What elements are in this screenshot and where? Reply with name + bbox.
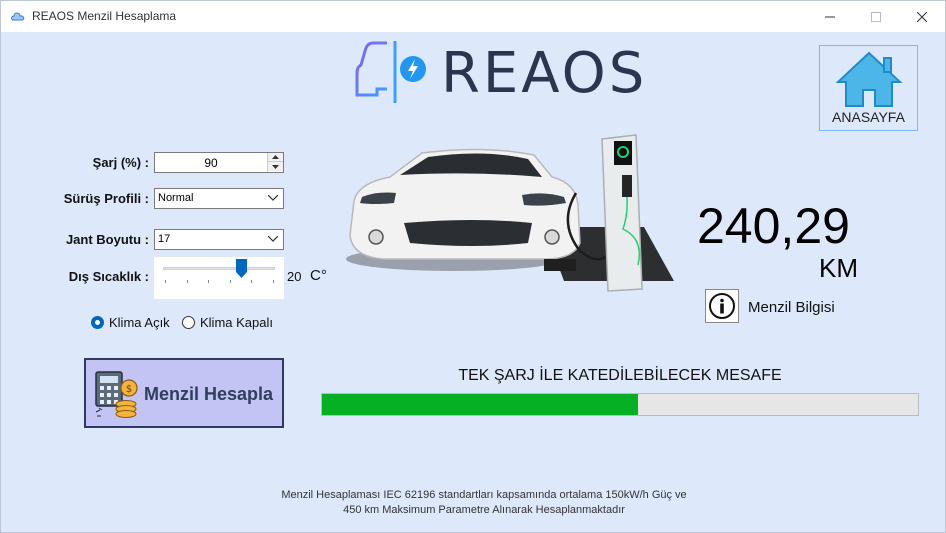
charge-value[interactable]: 90 xyxy=(155,156,267,170)
driving-profile-select[interactable]: Normal xyxy=(154,188,284,209)
stepper-down-button[interactable] xyxy=(268,162,283,171)
window-title: REAOS Menzil Hesaplama xyxy=(32,9,177,23)
range-info-label: Menzil Bilgisi xyxy=(748,299,835,316)
home-button[interactable]: ANASAYFA xyxy=(819,45,918,131)
charge-label: Şarj (%) : xyxy=(92,155,149,170)
slider-tick xyxy=(273,280,274,283)
slider-tick xyxy=(165,280,166,283)
home-label: ANASAYFA xyxy=(832,109,905,125)
climate-on-label: Klima Açık xyxy=(109,315,170,330)
calculate-range-button[interactable]: $ Menzil Hesapla xyxy=(84,358,284,428)
temperature-unit: C° xyxy=(310,267,327,284)
temperature-label: Dış Sıcaklık : xyxy=(68,269,149,284)
profile-label: Sürüş Profili : xyxy=(63,191,149,206)
chevron-down-icon xyxy=(272,164,279,169)
info-icon xyxy=(709,293,735,319)
minimize-button[interactable] xyxy=(807,1,853,32)
svg-text:$: $ xyxy=(126,384,132,395)
slider-tick xyxy=(208,280,210,283)
climate-on-radio[interactable]: Klima Açık xyxy=(91,315,170,330)
radio-dot xyxy=(182,316,195,329)
footnote-line-1: Menzil Hesaplaması IEC 62196 standartlar… xyxy=(281,489,687,501)
footnote: Menzil Hesaplaması IEC 62196 standartlar… xyxy=(244,488,724,518)
title-bar: REAOS Menzil Hesaplama xyxy=(1,1,945,32)
house-icon xyxy=(835,51,903,107)
reaos-logo: REAOS xyxy=(353,37,644,106)
driving-profile-value: Normal xyxy=(158,192,194,204)
slider-track xyxy=(163,267,275,270)
charge-stepper[interactable]: 90 xyxy=(154,152,284,173)
stepper-buttons xyxy=(267,153,283,172)
maximize-icon xyxy=(871,11,881,22)
app-window: REAOS Menzil Hesaplama REAOS ANASAYFA Şa… xyxy=(0,0,946,533)
rim-label: Jant Boyutu : xyxy=(65,232,149,247)
calculate-range-label: Menzil Hesapla xyxy=(144,384,274,404)
progress-fill xyxy=(322,394,638,415)
climate-off-radio[interactable]: Klima Kapalı xyxy=(182,315,273,330)
climate-off-label: Klima Kapalı xyxy=(200,315,273,330)
calculator-coins-icon: $ xyxy=(95,371,138,418)
app-icon xyxy=(11,12,25,21)
logo-text: REAOS xyxy=(441,41,648,106)
maximize-button[interactable] xyxy=(853,1,899,32)
slider-tick xyxy=(229,280,231,283)
stepper-up-button[interactable] xyxy=(268,153,283,162)
minimize-icon xyxy=(825,16,835,17)
rim-size-value: 17 xyxy=(158,233,171,245)
car-plug-logo-icon xyxy=(355,41,426,103)
radio-dot-checked xyxy=(91,316,104,329)
range-unit: KM xyxy=(819,253,858,283)
range-progress-bar xyxy=(321,393,919,416)
chevron-down-icon xyxy=(268,195,278,201)
chevron-down-icon xyxy=(268,236,278,242)
range-value: 240,29 xyxy=(697,198,850,254)
progress-title: TEK ŞARJ İLE KATEDİLEBİLECEK MESAFE xyxy=(458,367,782,384)
rim-size-select[interactable]: 17 xyxy=(154,229,284,250)
slider-tick xyxy=(186,280,188,283)
ev-charging-illustration xyxy=(346,134,674,292)
temperature-value: 20 xyxy=(287,269,302,284)
slider-tick xyxy=(251,280,253,283)
temperature-slider[interactable] xyxy=(154,257,284,299)
close-icon xyxy=(917,11,927,22)
chevron-up-icon xyxy=(272,155,279,159)
close-button[interactable] xyxy=(899,1,945,32)
range-info-button[interactable] xyxy=(705,289,739,323)
footnote-line-2: 450 km Maksimum Parametre Alınarak Hesap… xyxy=(343,504,625,516)
slider-thumb[interactable] xyxy=(235,259,247,278)
